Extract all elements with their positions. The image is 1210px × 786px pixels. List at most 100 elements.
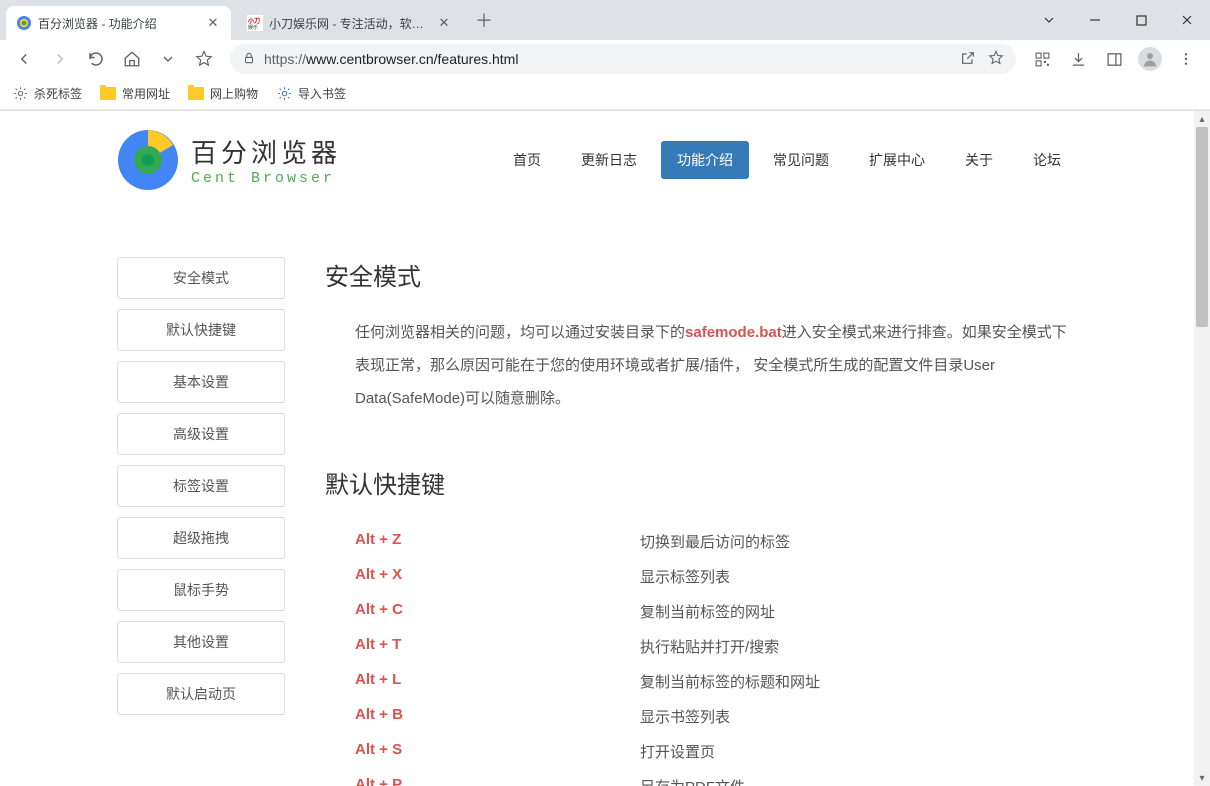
download-icon[interactable]	[1062, 43, 1094, 75]
nav-item[interactable]: 扩展中心	[853, 141, 941, 179]
profile-avatar[interactable]	[1134, 43, 1166, 75]
back-button[interactable]	[8, 43, 40, 75]
shortcut-row: Alt + P另存为PDF文件	[355, 769, 1077, 786]
menu-button[interactable]	[1170, 43, 1202, 75]
shortcut-key: Alt + T	[355, 636, 640, 657]
sidebar-item[interactable]: 基本设置	[117, 361, 285, 403]
shortcut-desc: 显示书签列表	[640, 706, 730, 727]
page-viewport: 百分浏览器 Cent Browser 首页更新日志功能介绍常见问题扩展中心关于论…	[0, 111, 1210, 786]
bookmark-common-urls[interactable]: 常用网址	[100, 85, 170, 102]
url-text: https://www.centbrowser.cn/features.html	[264, 51, 518, 67]
nav-item[interactable]: 常见问题	[757, 141, 845, 179]
favicon-icon: 小刀娱乐	[247, 15, 263, 31]
lock-icon	[242, 51, 256, 68]
sidebar-item[interactable]: 标签设置	[117, 465, 285, 507]
shortcuts-list: Alt + Z切换到最后访问的标签Alt + X显示标签列表Alt + C复制当…	[325, 524, 1077, 786]
tab-title: 百分浏览器 - 功能介绍	[38, 15, 199, 32]
chevron-down-icon[interactable]	[1026, 5, 1072, 35]
folder-icon	[188, 86, 204, 102]
section-title-shortcuts: 默认快捷键	[325, 465, 1077, 500]
bookmark-kill-tabs[interactable]: 杀死标签	[12, 85, 82, 102]
safemode-paragraph: 任何浏览器相关的问题，均可以通过安装目录下的safemode.bat进入安全模式…	[325, 316, 1077, 415]
nav-item[interactable]: 关于	[949, 141, 1009, 179]
shortcut-desc: 复制当前标签的标题和网址	[640, 671, 820, 692]
bookmark-label: 常用网址	[122, 85, 170, 102]
sidebar: 安全模式默认快捷键基本设置高级设置标签设置超级拖拽鼠标手势其他设置默认启动页	[117, 257, 285, 786]
sidebar-item[interactable]: 其他设置	[117, 621, 285, 663]
section-title-safemode: 安全模式	[325, 257, 1077, 292]
sidebar-item[interactable]: 高级设置	[117, 413, 285, 455]
bookmarks-bar: 杀死标签 常用网址 网上购物 导入书签	[0, 78, 1210, 110]
scroll-down-icon[interactable]: ▾	[1194, 770, 1210, 786]
shortcut-desc: 打开设置页	[640, 741, 715, 762]
bookmark-shopping[interactable]: 网上购物	[188, 85, 258, 102]
svg-text:小刀: 小刀	[247, 17, 260, 25]
page-scroll: 百分浏览器 Cent Browser 首页更新日志功能介绍常见问题扩展中心关于论…	[0, 111, 1194, 786]
logo-icon	[117, 129, 179, 191]
shortcut-row: Alt + S打开设置页	[355, 734, 1077, 769]
close-icon[interactable]: ✕	[205, 15, 221, 31]
sidebar-item[interactable]: 鼠标手势	[117, 569, 285, 611]
nav-item[interactable]: 论坛	[1017, 141, 1077, 179]
shortcut-row: Alt + L复制当前标签的标题和网址	[355, 664, 1077, 699]
main-nav: 首页更新日志功能介绍常见问题扩展中心关于论坛	[497, 141, 1077, 179]
address-bar[interactable]: https://www.centbrowser.cn/features.html	[230, 44, 1016, 74]
gear-icon	[276, 86, 292, 102]
shortcut-key: Alt + S	[355, 741, 640, 762]
site-logo[interactable]: 百分浏览器 Cent Browser	[117, 129, 341, 191]
forward-button	[44, 43, 76, 75]
nav-item[interactable]: 功能介绍	[661, 141, 749, 179]
nav-item[interactable]: 首页	[497, 141, 557, 179]
favicon-icon	[16, 15, 32, 31]
shortcut-key: Alt + L	[355, 671, 640, 692]
bookmark-import[interactable]: 导入书签	[276, 85, 346, 102]
browser-tab-inactive[interactable]: 小刀娱乐 小刀娱乐网 - 专注活动，软件， ✕	[237, 6, 462, 40]
close-icon[interactable]: ✕	[436, 15, 452, 31]
shortcut-desc: 显示标签列表	[640, 566, 730, 587]
sidebar-item[interactable]: 默认启动页	[117, 673, 285, 715]
shortcut-key: Alt + B	[355, 706, 640, 727]
bookmark-label: 导入书签	[298, 85, 346, 102]
bookmark-star-button[interactable]	[188, 43, 220, 75]
page-content: 安全模式默认快捷键基本设置高级设置标签设置超级拖拽鼠标手势其他设置默认启动页 安…	[117, 257, 1077, 786]
bookmark-label: 杀死标签	[34, 85, 82, 102]
reload-button[interactable]	[80, 43, 112, 75]
tab-bar: 百分浏览器 - 功能介绍 ✕ 小刀娱乐 小刀娱乐网 - 专注活动，软件， ✕ ＋	[0, 0, 1210, 40]
logo-text-cn: 百分浏览器	[191, 133, 341, 170]
window-chrome: 百分浏览器 - 功能介绍 ✕ 小刀娱乐 小刀娱乐网 - 专注活动，软件， ✕ ＋…	[0, 0, 1210, 111]
folder-icon	[100, 86, 116, 102]
scrollbar[interactable]: ▴ ▾	[1194, 111, 1210, 786]
sidebar-item[interactable]: 超级拖拽	[117, 517, 285, 559]
shortcut-row: Alt + C复制当前标签的网址	[355, 594, 1077, 629]
scrollbar-thumb[interactable]	[1196, 127, 1208, 327]
new-tab-button[interactable]: ＋	[470, 6, 498, 34]
minimize-button[interactable]	[1072, 5, 1118, 35]
share-icon[interactable]	[960, 50, 976, 69]
gear-icon	[12, 86, 28, 102]
shortcut-row: Alt + B显示书签列表	[355, 699, 1077, 734]
star-icon[interactable]	[988, 50, 1004, 69]
nav-item[interactable]: 更新日志	[565, 141, 653, 179]
shortcut-row: Alt + X显示标签列表	[355, 559, 1077, 594]
svg-text:娱乐: 娱乐	[248, 24, 258, 31]
home-button[interactable]	[116, 43, 148, 75]
qr-icon[interactable]	[1026, 43, 1058, 75]
browser-tab-active[interactable]: 百分浏览器 - 功能介绍 ✕	[6, 6, 231, 40]
shortcut-row: Alt + T执行粘贴并打开/搜索	[355, 629, 1077, 664]
sidebar-item[interactable]: 默认快捷键	[117, 309, 285, 351]
shortcut-row: Alt + Z切换到最后访问的标签	[355, 524, 1077, 559]
main-content: 安全模式 任何浏览器相关的问题，均可以通过安装目录下的safemode.bat进…	[325, 257, 1077, 786]
close-window-button[interactable]	[1164, 5, 1210, 35]
sidebar-item[interactable]: 安全模式	[117, 257, 285, 299]
site-header: 百分浏览器 Cent Browser 首页更新日志功能介绍常见问题扩展中心关于论…	[117, 111, 1077, 217]
sidepanel-icon[interactable]	[1098, 43, 1130, 75]
shortcut-desc: 执行粘贴并打开/搜索	[640, 636, 779, 657]
logo-text-en: Cent Browser	[191, 170, 341, 187]
scrollbar-track[interactable]	[1194, 127, 1210, 770]
shortcut-desc: 复制当前标签的网址	[640, 601, 775, 622]
shortcut-key: Alt + X	[355, 566, 640, 587]
maximize-button[interactable]	[1118, 5, 1164, 35]
scroll-up-icon[interactable]: ▴	[1194, 111, 1210, 127]
dropdown-button[interactable]	[152, 43, 184, 75]
shortcut-desc: 切换到最后访问的标签	[640, 531, 790, 552]
